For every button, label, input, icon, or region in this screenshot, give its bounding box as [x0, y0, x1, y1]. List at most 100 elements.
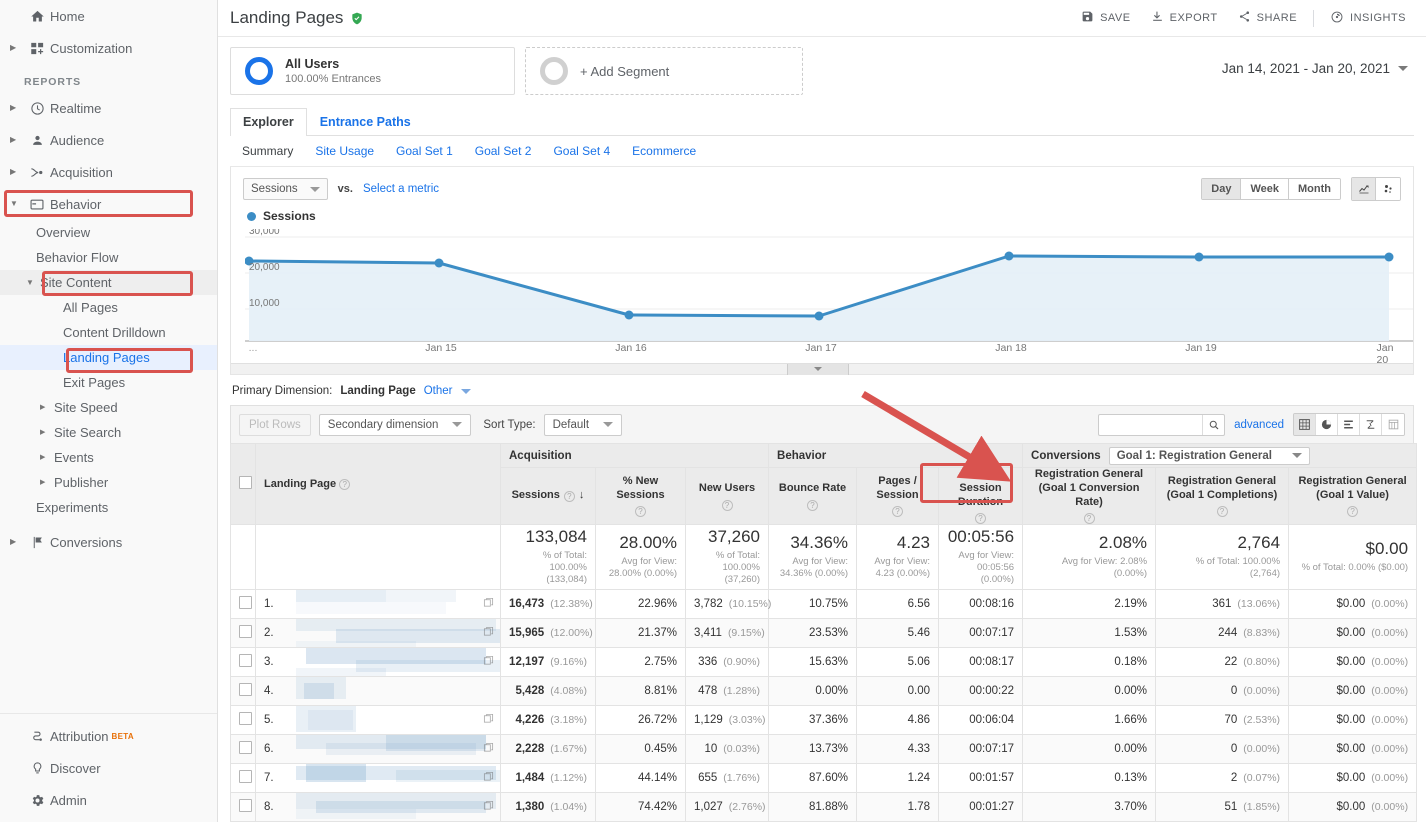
- chart-range-thumb[interactable]: [787, 363, 849, 375]
- bubble-chart-icon[interactable]: [1376, 178, 1400, 200]
- row-checkbox-cell[interactable]: [230, 733, 256, 764]
- table-view-icon[interactable]: [1294, 414, 1316, 435]
- landing-page-cell[interactable]: 5.: [255, 704, 501, 735]
- sidebar-item-discover[interactable]: Discover: [0, 752, 217, 784]
- sidebar-item-overview[interactable]: Overview: [0, 220, 217, 245]
- open-page-icon[interactable]: [483, 655, 494, 669]
- table-row[interactable]: 1. 16,473 (12.38%) 22.96% 3,782 (10.15%) 10.75…: [230, 588, 1418, 619]
- sidebar-item-behavior[interactable]: ▼ Behavior: [0, 188, 217, 220]
- help-icon[interactable]: ?: [721, 499, 733, 511]
- open-page-icon[interactable]: [483, 597, 494, 611]
- sidebar-item-home[interactable]: Home: [0, 0, 217, 32]
- sidebar-item-attribution[interactable]: Attribution BETA: [0, 720, 217, 752]
- row-checkbox[interactable]: [239, 798, 252, 812]
- line-chart-icon[interactable]: [1352, 178, 1376, 200]
- column-goal1-completions[interactable]: Registration General (Goal 1 Completions…: [1155, 466, 1290, 526]
- help-icon[interactable]: ?: [807, 499, 819, 511]
- sidebar-item-exit-pages[interactable]: Exit Pages: [0, 370, 217, 395]
- subtab-ecommerce[interactable]: Ecommerce: [632, 144, 696, 158]
- open-page-icon[interactable]: [483, 626, 494, 640]
- sidebar-item-acquisition[interactable]: ▶ Acquisition: [0, 156, 217, 188]
- advanced-link[interactable]: advanced: [1234, 419, 1284, 431]
- sidebar-item-admin[interactable]: Admin: [0, 784, 217, 816]
- landing-page-cell[interactable]: 1.: [255, 588, 501, 619]
- column-new-users[interactable]: New Users ?: [684, 466, 770, 526]
- help-icon[interactable]: ?: [975, 513, 987, 525]
- granularity-month[interactable]: Month: [1289, 179, 1340, 199]
- secondary-dimension-select[interactable]: Secondary dimension: [318, 413, 472, 436]
- subtab-goal-set-4[interactable]: Goal Set 4: [553, 144, 610, 158]
- landing-page-cell[interactable]: 6.: [255, 733, 501, 764]
- tab-explorer[interactable]: Explorer: [230, 108, 307, 136]
- pie-view-icon[interactable]: [1316, 414, 1338, 435]
- landing-page-cell[interactable]: 7.: [255, 762, 501, 793]
- subtab-summary[interactable]: Summary: [242, 144, 293, 158]
- help-icon[interactable]: ?: [563, 490, 575, 502]
- open-page-icon[interactable]: [483, 742, 494, 756]
- table-row[interactable]: 8. 1,380 (1.04%) 74.42% 1,027 (2.76%) 81.88% 1.…: [230, 791, 1418, 822]
- select-all-checkbox[interactable]: [239, 476, 252, 490]
- landing-page-cell[interactable]: 4.: [255, 675, 501, 706]
- subtab-goal-set-2[interactable]: Goal Set 2: [475, 144, 532, 158]
- plot-rows-button[interactable]: Plot Rows: [239, 413, 311, 436]
- sidebar-item-experiments[interactable]: Experiments: [0, 495, 217, 520]
- row-checkbox-cell[interactable]: [230, 588, 256, 619]
- row-checkbox[interactable]: [239, 653, 252, 667]
- column-sessions[interactable]: Sessions ? ↓: [500, 466, 596, 526]
- landing-page-cell[interactable]: 2.: [255, 617, 501, 648]
- granularity-week[interactable]: Week: [1241, 179, 1290, 199]
- row-checkbox[interactable]: [239, 595, 252, 609]
- sidebar-item-behavior-flow[interactable]: Behavior Flow: [0, 245, 217, 270]
- table-row[interactable]: 4. 5,428 (4.08%) 8.81% 478 (1.28%) 0.00% 0.00 00…: [230, 675, 1418, 706]
- table-row[interactable]: 2. 15,965 (12.00%) 21.37% 3,411 (9.15%) 23.53%…: [230, 617, 1418, 648]
- sidebar-item-conversions[interactable]: ▶ Conversions: [0, 526, 217, 558]
- insights-button[interactable]: INSIGHTS: [1320, 5, 1416, 32]
- date-range-picker[interactable]: Jan 14, 2021 - Jan 20, 2021: [1222, 47, 1414, 76]
- sidebar-item-events[interactable]: ▶ Events: [0, 445, 217, 470]
- sidebar-item-all-pages[interactable]: All Pages: [0, 295, 217, 320]
- column-bounce-rate[interactable]: Bounce Rate ?: [768, 466, 858, 526]
- row-checkbox[interactable]: [239, 624, 252, 638]
- search-input[interactable]: [1099, 414, 1203, 435]
- column-landing-page[interactable]: Landing Page ?: [255, 442, 501, 526]
- sidebar-item-site-search[interactable]: ▶ Site Search: [0, 420, 217, 445]
- help-icon[interactable]: ?: [1347, 506, 1359, 518]
- segment-all-users[interactable]: All Users 100.00% Entrances: [230, 47, 515, 95]
- sidebar-item-audience[interactable]: ▶ Audience: [0, 124, 217, 156]
- pivot-view-icon[interactable]: [1382, 414, 1404, 435]
- share-button[interactable]: SHARE: [1228, 5, 1307, 31]
- select-metric-link[interactable]: Select a metric: [363, 183, 439, 195]
- other-dimension-link[interactable]: Other: [424, 385, 453, 397]
- table-row[interactable]: 5. 4,226 (3.18%) 26.72% 1,129 (3.03%) 37.36% 4.…: [230, 704, 1418, 735]
- sidebar-item-publisher[interactable]: ▶ Publisher: [0, 470, 217, 495]
- bar-view-icon[interactable]: [1338, 414, 1360, 435]
- export-button[interactable]: EXPORT: [1141, 5, 1228, 31]
- sidebar-item-site-content[interactable]: ▼ Site Content: [0, 270, 217, 295]
- metric-select[interactable]: Sessions: [243, 178, 328, 200]
- help-icon[interactable]: ?: [339, 479, 351, 491]
- open-page-icon[interactable]: [483, 800, 494, 814]
- sidebar-item-content-drilldown[interactable]: Content Drilldown: [0, 320, 217, 345]
- save-button[interactable]: SAVE: [1071, 5, 1141, 31]
- help-icon[interactable]: ?: [1216, 506, 1228, 518]
- row-checkbox-cell[interactable]: [230, 791, 256, 822]
- open-page-icon[interactable]: [483, 771, 494, 785]
- row-checkbox[interactable]: [239, 740, 252, 754]
- sidebar-item-landing-pages[interactable]: Landing Pages: [0, 345, 217, 370]
- tab-entrance-paths[interactable]: Entrance Paths: [307, 108, 424, 136]
- help-icon[interactable]: ?: [635, 506, 646, 518]
- sidebar-item-site-speed[interactable]: ▶ Site Speed: [0, 395, 217, 420]
- column-avg-session-duration[interactable]: Avg. Session Duration ?: [938, 466, 1024, 526]
- comparison-view-icon[interactable]: [1360, 414, 1382, 435]
- sidebar-item-customization[interactable]: ▶ Customization: [0, 32, 217, 64]
- table-search[interactable]: [1098, 413, 1226, 436]
- help-icon[interactable]: ?: [892, 506, 904, 518]
- help-icon[interactable]: ?: [1083, 513, 1095, 525]
- table-row[interactable]: 6. 2,228 (1.67%) 0.45% 10 (0.03%) 13.73% 4.33 00…: [230, 733, 1418, 764]
- landing-page-cell[interactable]: 8.: [255, 791, 501, 822]
- subtab-goal-set-1[interactable]: Goal Set 1: [396, 144, 453, 158]
- goal-select[interactable]: Goal 1: Registration General: [1108, 446, 1310, 465]
- table-row[interactable]: 7. 1,484 (1.12%) 44.14% 655 (1.76%) 87.60% 1.24…: [230, 762, 1418, 793]
- search-icon[interactable]: [1202, 414, 1224, 435]
- sidebar-item-realtime[interactable]: ▶ Realtime: [0, 92, 217, 124]
